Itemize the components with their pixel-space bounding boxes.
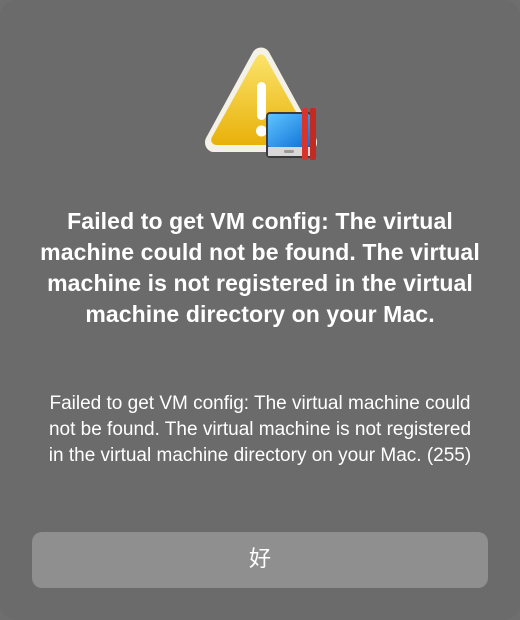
ok-button[interactable]: 好	[32, 532, 488, 588]
alert-dialog: Failed to get VM config: The virtual mac…	[0, 0, 520, 620]
warning-triangle-with-vm-icon	[198, 46, 324, 164]
alert-message: Failed to get VM config: The virtual mac…	[48, 393, 472, 466]
alert-title: Failed to get VM config: The virtual mac…	[40, 208, 480, 327]
